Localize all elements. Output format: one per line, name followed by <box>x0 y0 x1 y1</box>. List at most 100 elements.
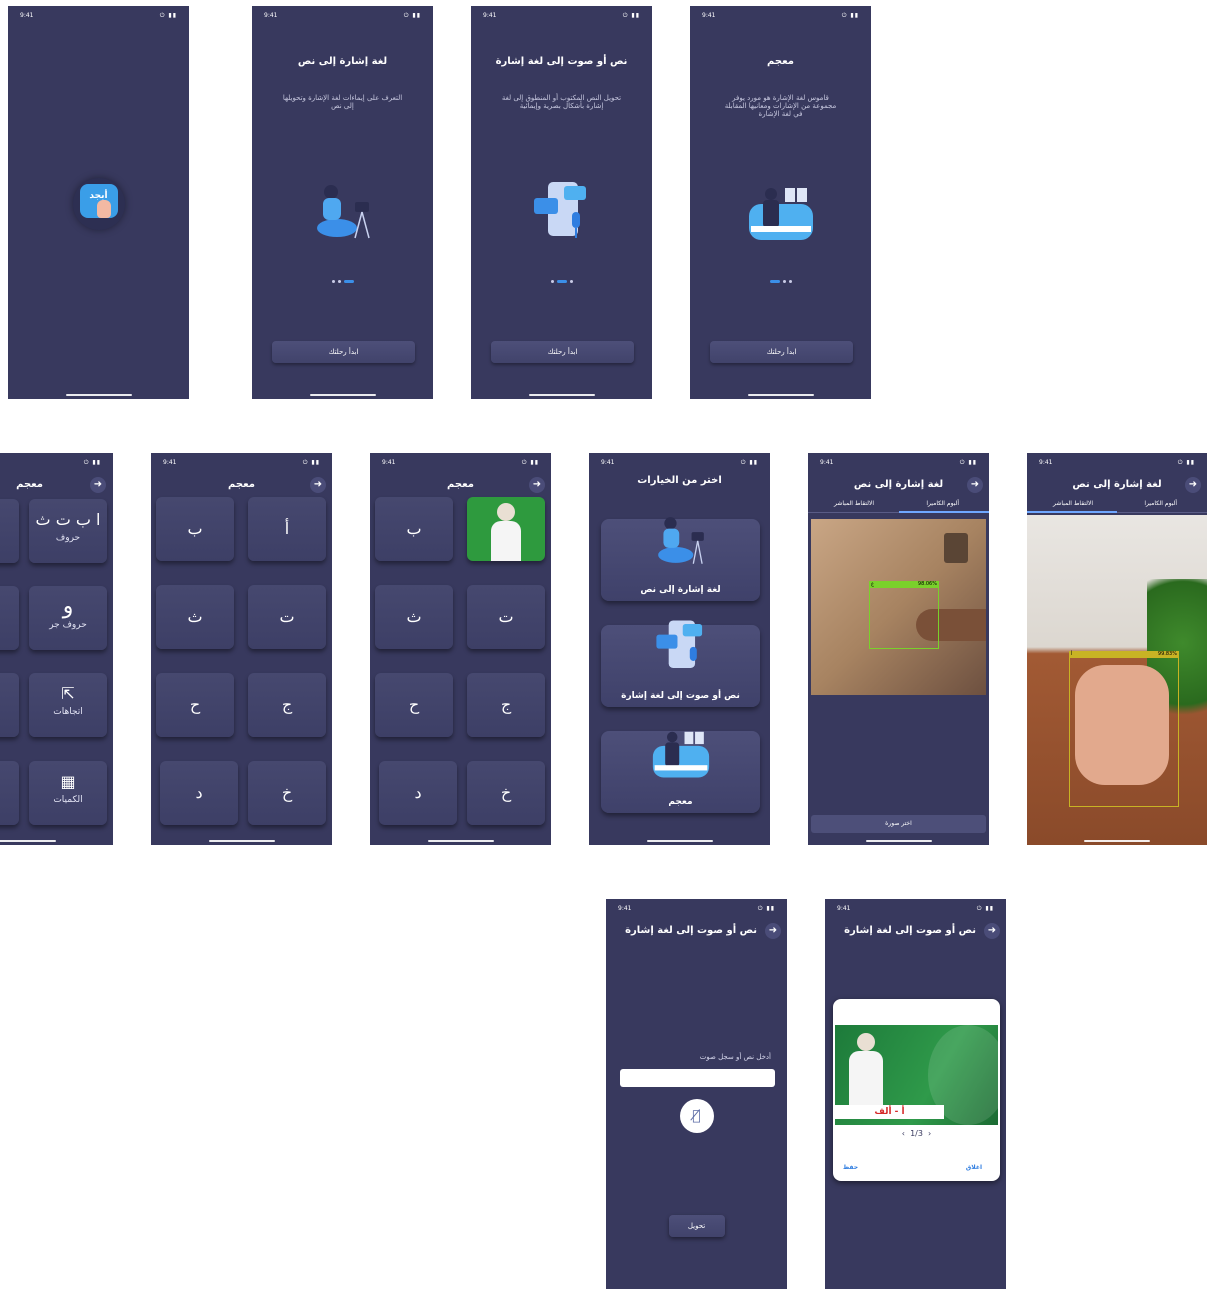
page-dots <box>769 280 792 283</box>
category-quantities[interactable]: ▦ الكميات <box>29 761 107 825</box>
tab-camera-album[interactable]: ألبوم الكاميرا <box>926 500 959 507</box>
letter-card[interactable]: خ <box>248 761 326 825</box>
detection-box: أ 99.83% <box>1069 651 1179 807</box>
category-label: حروف جر <box>49 620 87 630</box>
letter-card[interactable]: أ <box>248 497 326 561</box>
status-bar: 9:41 ⏻ ▮▮ <box>370 459 551 469</box>
letter-card[interactable]: ث <box>375 585 453 649</box>
preposition-icon: و <box>62 594 74 619</box>
letter-card[interactable]: ت <box>467 585 545 649</box>
tab-live-capture[interactable]: الالتقاط المباشر <box>834 500 874 507</box>
option-dictionary[interactable]: معجم <box>601 731 760 813</box>
back-arrow-icon[interactable]: ➜ <box>1185 477 1201 493</box>
home-indicator <box>65 394 132 396</box>
category-card-partial[interactable] <box>0 673 19 737</box>
status-time: 9:41 <box>483 12 497 19</box>
start-journey-button[interactable]: ابدأ رحلتك <box>710 341 853 363</box>
detection-label: ع 98.06% <box>869 581 939 588</box>
home-indicator <box>1084 840 1150 842</box>
status-bar: 9:41 ⏻ ▮▮ <box>589 459 770 469</box>
back-arrow-icon[interactable]: ➜ <box>90 477 106 493</box>
camera-person-illustration-icon <box>316 185 370 239</box>
option-label: معجم <box>668 797 693 807</box>
category-card-partial[interactable] <box>0 586 19 650</box>
tab-camera-album[interactable]: ألبوم الكاميرا <box>1144 500 1177 507</box>
screen-header: نص أو صوت إلى لغة إشارة ➜ <box>606 921 787 941</box>
screen-header: لغة إشارة إلى نص ➜ <box>1027 475 1207 495</box>
letter-card[interactable]: د <box>379 761 457 825</box>
status-icons: ⏻ ▮▮ <box>302 459 320 466</box>
splash-screen: 9:41 ⏻ ▮▮ أبجد <box>8 6 189 399</box>
letter-card[interactable]: ث <box>156 585 234 649</box>
screen-header: اختر من الخيارات <box>589 475 770 495</box>
selected-photo: ع 98.06% <box>811 519 986 695</box>
status-time: 9:41 <box>1039 459 1053 466</box>
save-button[interactable]: حفظ <box>843 1164 858 1171</box>
mic-off-icon[interactable]: 🎙̸ <box>679 1099 714 1133</box>
signer-figure <box>489 503 523 561</box>
option-sign-to-text[interactable]: لغة إشارة إلى نص <box>601 517 760 601</box>
page-dot-active <box>556 280 567 283</box>
convert-button[interactable]: تحويل <box>668 1215 725 1237</box>
letter-card[interactable]: ج <box>248 673 326 737</box>
onboarding-title: معجم <box>767 56 794 67</box>
next-chevron-icon[interactable]: › <box>928 1129 931 1138</box>
letter-video-card[interactable] <box>467 497 545 561</box>
status-icons: ⏻ ▮▮ <box>757 905 775 912</box>
screen-header: نص أو صوت إلى لغة إشارة ➜ <box>825 921 1006 941</box>
status-bar: 9:41 ⏻ ▮▮ <box>471 12 652 22</box>
directions-icon: ⇱ <box>61 684 75 703</box>
sign-to-text-gallery-screen: 9:41 ⏻ ▮▮ لغة إشارة إلى نص ➜ ألبوم الكامي… <box>808 453 989 845</box>
text-input[interactable] <box>620 1069 775 1087</box>
category-card-partial[interactable] <box>0 761 19 825</box>
option-label: نص أو صوت إلى لغة إشارة <box>621 691 740 701</box>
onboarding-screen-1: 9:41 ⏻ ▮▮ لغة إشارة إلى نص التعرف على إيم… <box>252 6 433 399</box>
letter-card[interactable]: ح <box>375 673 453 737</box>
screen-header: معجم ➜ <box>370 475 551 495</box>
status-icons: ⏻ ▮▮ <box>959 459 977 466</box>
category-card-partial[interactable] <box>0 499 19 563</box>
letters-icon: ا ب ت ث <box>35 510 101 529</box>
start-journey-button[interactable]: ابدأ رحلتك <box>272 341 415 363</box>
home-indicator <box>646 840 713 842</box>
back-arrow-icon[interactable]: ➜ <box>967 477 983 493</box>
status-icons: ⏻ ▮▮ <box>403 12 421 19</box>
page-dots <box>550 280 573 283</box>
letter-card[interactable]: ب <box>156 497 234 561</box>
back-arrow-icon[interactable]: ➜ <box>765 923 781 939</box>
status-time: 9:41 <box>20 12 34 19</box>
letter-card[interactable]: ج <box>467 673 545 737</box>
app-logo: أبجد <box>72 178 125 230</box>
screen-title: معجم <box>447 479 474 490</box>
letter-card[interactable]: ح <box>156 673 234 737</box>
page-dot <box>337 280 341 283</box>
tab-live-capture[interactable]: الالتقاط المباشر <box>1053 500 1093 507</box>
screen-title: اختر من الخيارات <box>637 475 722 486</box>
input-label: أدخل نص أو سجل صوت <box>699 1053 771 1061</box>
letter-card[interactable]: ت <box>248 585 326 649</box>
option-text-to-sign[interactable]: نص أو صوت إلى لغة إشارة <box>601 620 760 707</box>
back-arrow-icon[interactable]: ➜ <box>984 923 1000 939</box>
text-to-sign-input-screen: 9:41 ⏻ ▮▮ نص أو صوت إلى لغة إشارة ➜ أدخل … <box>606 899 787 1289</box>
status-bar: 9:41 ⏻ ▮▮ <box>808 459 989 469</box>
screen-header: معجم ➜ <box>151 475 332 495</box>
category-directions[interactable]: ⇱ اتجاهات <box>29 673 107 737</box>
letter-card[interactable]: خ <box>467 761 545 825</box>
letter-card[interactable]: ب <box>375 497 453 561</box>
category-prepositions[interactable]: و حروف جر <box>29 586 107 650</box>
close-button[interactable]: اغلاق <box>966 1164 982 1171</box>
onboarding-description: تحويل النص المكتوب أو المنطوق إلى لغة إش… <box>501 94 622 110</box>
choose-image-button[interactable]: اختر صورة <box>811 815 986 833</box>
camera-person-icon <box>657 517 704 564</box>
prev-chevron-icon[interactable]: ‹ <box>902 1129 905 1138</box>
back-arrow-icon[interactable]: ➜ <box>310 477 326 493</box>
letter-card[interactable]: د <box>160 761 238 825</box>
onboarding-title: لغة إشارة إلى نص <box>297 56 388 67</box>
start-journey-button[interactable]: ابدأ رحلتك <box>491 341 634 363</box>
status-bar: 9:41 ⏻ ▮▮ <box>690 12 871 22</box>
status-time: 9:41 <box>702 12 716 19</box>
sign-image: أ - ألف <box>835 1025 998 1125</box>
signer-body <box>491 521 521 561</box>
back-arrow-icon[interactable]: ➜ <box>529 477 545 493</box>
category-letters[interactable]: ا ب ت ث حروف <box>29 499 107 563</box>
